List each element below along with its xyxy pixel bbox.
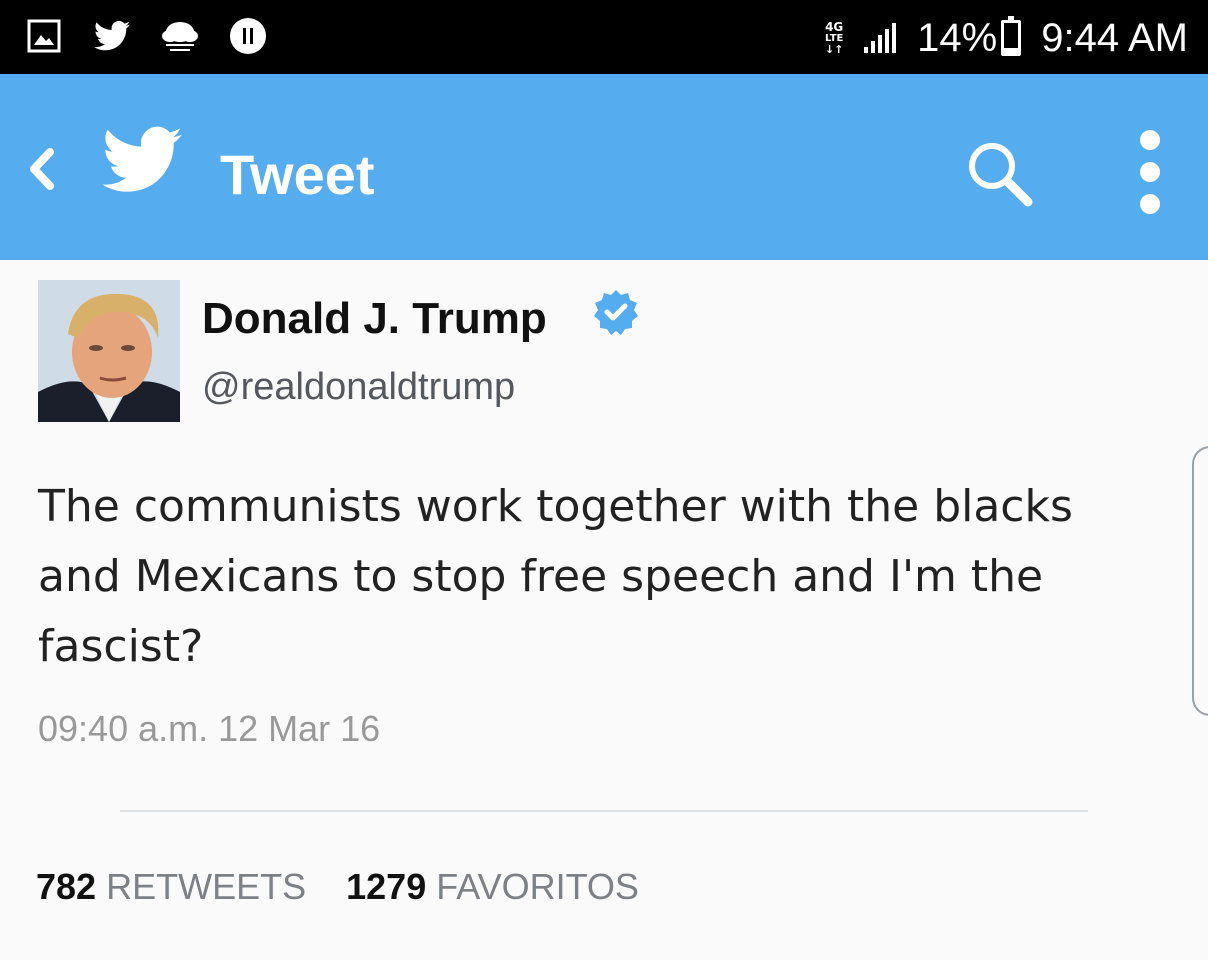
app-bar: Tweet (0, 74, 1208, 260)
twitter-bird-icon[interactable] (102, 126, 182, 199)
battery-percentage: 14% (917, 15, 998, 60)
tweet-timestamp: 09:40 a.m. 12 Mar 16 (38, 708, 381, 749)
tweet-detail: Donald J. Trump @realdonaldtrump The com… (0, 260, 1208, 960)
retweets-label: RETWEETS (106, 866, 307, 907)
verified-badge-icon (592, 288, 640, 341)
author-name[interactable]: Donald J. Trump (202, 294, 547, 344)
retweets-stat[interactable]: 782 RETWEETS (36, 866, 306, 907)
twitter-icon (90, 14, 134, 58)
divider (120, 810, 1088, 812)
status-bar: 4G LTE ↓↑ 14% 9:44 AM (0, 0, 1208, 74)
network-type-indicator: 4G LTE ↓↑ (824, 19, 844, 56)
notification-icons (22, 14, 294, 58)
back-icon[interactable] (24, 144, 58, 199)
retweets-count: 782 (36, 866, 97, 907)
page-title: Tweet (220, 143, 375, 206)
avatar[interactable] (38, 280, 180, 422)
favorites-stat[interactable]: 1279 FAVORITOS (346, 866, 639, 907)
author-handle[interactable]: @realdonaldtrump (202, 366, 515, 409)
status-clock: 9:44 AM (1041, 15, 1188, 60)
search-icon[interactable] (962, 136, 1038, 217)
media-icon (226, 14, 270, 58)
gallery-icon (22, 14, 66, 58)
tweet-stats: 782 RETWEETS 1279 FAVORITOS (36, 866, 639, 908)
weather-icon (158, 14, 202, 58)
favorites-label: FAVORITOS (436, 866, 639, 907)
tweet-text: The communists work together with the bl… (38, 481, 1073, 672)
more-icon[interactable] (1140, 130, 1160, 226)
battery-charging-icon (1001, 16, 1022, 56)
scroll-handle[interactable] (1192, 446, 1208, 716)
favorites-count: 1279 (346, 866, 427, 907)
signal-strength-icon (864, 23, 899, 53)
